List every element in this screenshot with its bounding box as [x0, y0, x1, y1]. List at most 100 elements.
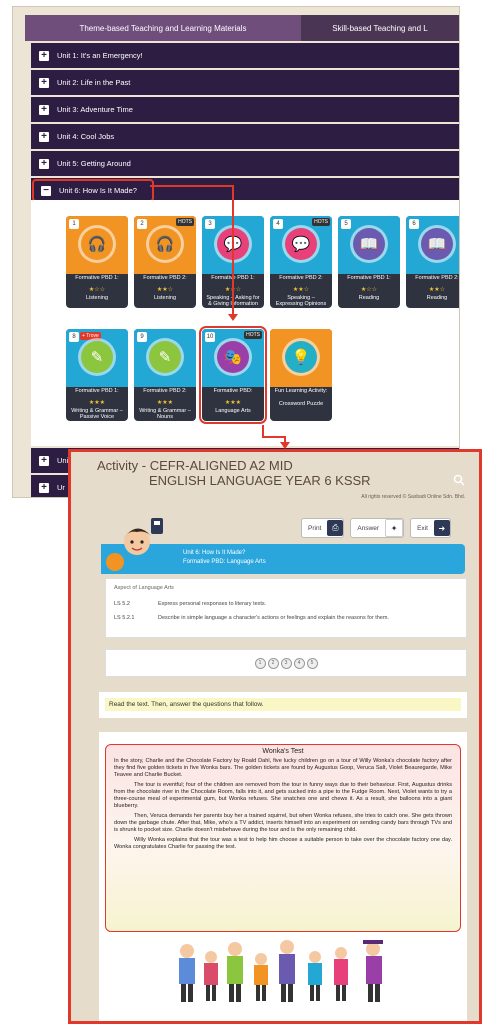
card-title: Formative PBD 2: — [143, 275, 187, 281]
activity-title-line-1: Activity - CEFR-ALIGNED A2 MID — [97, 458, 293, 473]
activity-panel: Activity - CEFR-ALIGNED A2 MID ENGLISH L… — [68, 449, 482, 1024]
aspect-box: Aspect of Language Arts LS 5.2 Express p… — [105, 578, 467, 638]
aspect-text: Express personal responses to literary t… — [158, 601, 267, 607]
plus-icon: + — [39, 482, 49, 493]
mascot-boy-illustration — [101, 512, 177, 576]
card-number: 9 — [137, 332, 147, 342]
activity-card-crossword[interactable]: 💡 Fun Learning Activity: Crossword Puzzl… — [270, 329, 332, 421]
unit-row-1[interactable]: + Unit 1: It's an Emergency! — [31, 43, 459, 68]
card-number: 1 — [69, 219, 79, 229]
card-number: 3 — [205, 219, 215, 229]
unit-label: Unit 3: Adventure Time — [57, 105, 133, 114]
pencil-icon: ✎ — [81, 341, 113, 373]
activity-card-1[interactable]: 1 🎧 Formative PBD 1: ★☆☆ Listening — [66, 216, 128, 308]
copyright-text: All rights reserved © Sasbadi Online Sdn… — [361, 494, 465, 500]
answer-label: Answer — [357, 524, 380, 532]
hots-badge: HOTS — [312, 218, 330, 226]
exit-label: Exit — [417, 524, 428, 532]
card-number: 10 — [205, 332, 215, 342]
story-title: Wonka's Test — [262, 748, 304, 755]
card-title: Formative PBD 1: — [75, 388, 119, 394]
aspect-row: LS 5.2.1 Describe in simple language a c… — [114, 615, 389, 621]
unit-label: Unit 1: It's an Emergency! — [57, 51, 143, 60]
plus-icon: + — [39, 131, 49, 142]
star-rating: ★★★ — [88, 400, 106, 406]
unit-label: Unit 5: Getting Around — [57, 159, 131, 168]
print-button[interactable]: Print ⎙ — [301, 518, 345, 538]
pencil-icon: ✎ — [149, 341, 181, 373]
unit-label: Ur — [57, 483, 65, 492]
card-number: 6 — [409, 219, 419, 229]
card-number: 8 — [69, 332, 79, 342]
unit-label: Unit 6: How Is It Made? — [59, 186, 137, 195]
star-rating: ★★☆ — [156, 287, 174, 293]
story-paragraph: Then, Veruca demands her parents buy her… — [114, 813, 452, 833]
card-title: Formative PBD: — [213, 388, 253, 394]
activity-card-9[interactable]: 9 ✎ Formative PBD 2: ★★★ Writing & Gramm… — [134, 329, 196, 421]
activity-card-5[interactable]: 5 📖 Formative PBD 1: ★☆☆ Reading — [338, 216, 400, 308]
card-title: Formative PBD 2: — [143, 388, 187, 394]
page-dot-2[interactable]: 2 — [267, 657, 279, 669]
star-rating: ★★★ — [224, 400, 242, 406]
printer-icon: ⎙ — [327, 520, 344, 536]
pbd-line: Formative PBD: Language Arts — [183, 559, 266, 565]
speech-icon: 💬 — [285, 228, 317, 260]
activity-card-2[interactable]: 2 HOTS 🎧 Formative PBD 2: ★★☆ Listening — [134, 216, 196, 308]
activity-card-10[interactable]: 10 HOTS 🎭 Formative PBD: ★★★ Language Ar… — [199, 326, 267, 424]
instruction-box: Read the text. Then, answer the question… — [99, 692, 467, 718]
card-title: Formative PBD 2: — [279, 275, 323, 281]
unit-label: Uni — [57, 456, 69, 465]
card-skill: Writing & Grammar – Nouns — [139, 408, 191, 420]
star-rating: ★☆☆ — [360, 287, 378, 293]
characters-illustration — [169, 937, 399, 1012]
card-title: Formative PBD 1: — [75, 275, 119, 281]
unit-6-content: 1 🎧 Formative PBD 1: ★☆☆ Listening 2 HOT… — [31, 200, 459, 446]
card-skill: Reading — [358, 295, 380, 301]
aspect-code: LS 5.2.1 — [114, 615, 135, 621]
hots-badge: HOTS — [176, 218, 194, 226]
star-rating: ★☆☆ — [88, 287, 106, 293]
card-skill: Listening — [85, 295, 109, 301]
tab-skill-based[interactable]: Skill-based Teaching and L — [301, 15, 459, 41]
star-rating: ★★★ — [156, 400, 174, 406]
question-pager: 1 2 3 4 5 — [105, 649, 467, 677]
answer-button[interactable]: Answer ✦ — [350, 518, 405, 538]
tab-theme-based[interactable]: Theme-based Teaching and Learning Materi… — [25, 15, 301, 41]
aspect-code: LS 5.2 — [114, 601, 130, 607]
activity-card-8[interactable]: 8 + Trove ✎ Formative PBD 1: ★★★ Writing… — [66, 329, 128, 421]
story-box: Wonka's Test In the story, Charlie and t… — [105, 744, 461, 932]
plus-icon: + — [39, 455, 49, 466]
card-title: Formative PBD 2: — [415, 275, 459, 281]
card-number: 5 — [341, 219, 351, 229]
activity-title-line-2: ENGLISH LANGUAGE YEAR 6 KSSR — [149, 473, 371, 488]
unit-label: Unit 2: Life in the Past — [57, 78, 131, 87]
unit-row-6[interactable]: − Unit 6: How Is It Made? — [32, 179, 154, 202]
headphones-icon: 🎧 — [81, 228, 113, 260]
tab-bar: Theme-based Teaching and Learning Materi… — [25, 15, 459, 41]
activity-card-6[interactable]: 6 📖 Formative PBD 2: ★★☆ Reading — [406, 216, 459, 308]
aspect-heading: Aspect of Language Arts — [114, 585, 174, 591]
exit-button[interactable]: Exit ➜ — [410, 518, 451, 538]
mask-icon: 🎭 — [217, 341, 249, 373]
page-dot-1[interactable]: 1 — [254, 657, 266, 669]
card-skill: Writing & Grammar – Passive Voice — [71, 408, 123, 420]
unit-label: Unit 4: Cool Jobs — [57, 132, 115, 141]
search-icon[interactable] — [453, 474, 465, 486]
card-number: 4 — [273, 219, 283, 229]
page-dot-4[interactable]: 4 — [293, 657, 305, 669]
plus-icon: + — [39, 77, 49, 88]
hots-badge: HOTS — [244, 331, 262, 339]
minus-icon: − — [41, 185, 51, 196]
unit-row-5[interactable]: + Unit 5: Getting Around — [31, 151, 459, 176]
page-dot-5[interactable]: 5 — [306, 657, 318, 669]
bulb-icon: 💡 — [285, 341, 317, 373]
instruction-text: Read the text. Then, answer the question… — [105, 698, 461, 711]
unit-row-3[interactable]: + Unit 3: Adventure Time — [31, 97, 459, 122]
unit-row-2[interactable]: + Unit 2: Life in the Past — [31, 70, 459, 95]
activity-title: Activity - CEFR-ALIGNED A2 MID ENGLISH L… — [97, 458, 371, 488]
activity-card-4[interactable]: 4 HOTS 💬 Formative PBD 2: ★★☆ Speaking –… — [270, 216, 332, 308]
aspect-text: Describe in simple language a character'… — [158, 615, 389, 621]
page-dot-3[interactable]: 3 — [280, 657, 292, 669]
unit-row-4[interactable]: + Unit 4: Cool Jobs — [31, 124, 459, 149]
reader-icon: 📖 — [353, 228, 385, 260]
